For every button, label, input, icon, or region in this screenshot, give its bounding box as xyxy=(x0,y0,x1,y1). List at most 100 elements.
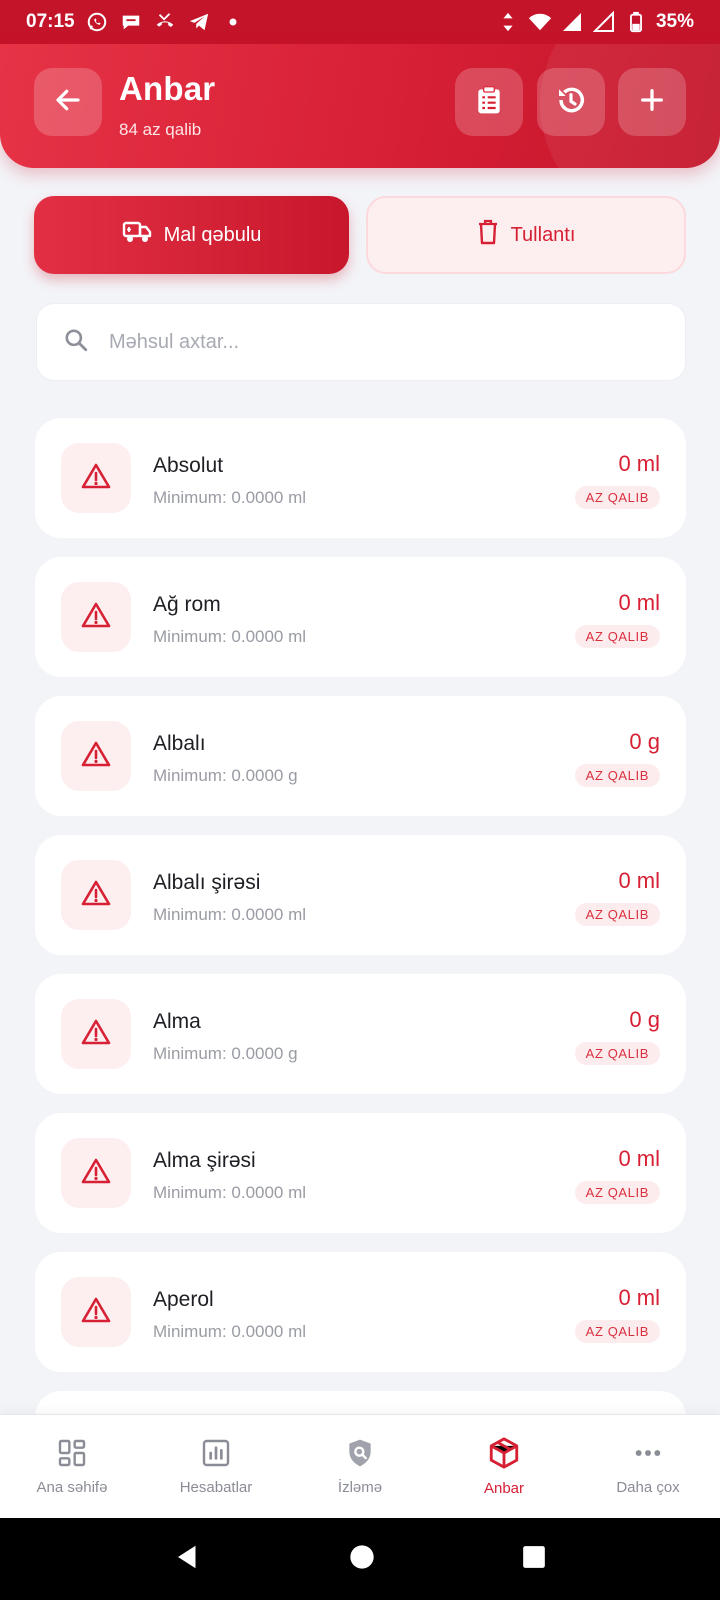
item-name: Ağ rom xyxy=(153,593,221,616)
bottom-navigation: Ana səhifə Hesabatlar İzləmə Anbar Daha … xyxy=(0,1414,720,1518)
low-stock-badge: AZ QALIB xyxy=(574,625,660,648)
nav-label: İzləmə xyxy=(337,1479,383,1496)
item-minimum: Minimum: 0.0000 ml xyxy=(153,1183,307,1202)
warning-triangle-icon xyxy=(81,879,111,912)
item-minimum: Minimum: 0.0000 ml xyxy=(153,905,307,924)
back-button[interactable] xyxy=(34,68,102,136)
warning-triangle-icon xyxy=(81,1157,111,1190)
page-subtitle: 84 az qalib xyxy=(119,120,202,139)
list-item[interactable]: Albalı şirəsi Minimum: 0.0000 ml 0 ml AZ… xyxy=(35,835,686,955)
item-quantity: 0 ml xyxy=(618,1146,660,1171)
truck-icon xyxy=(122,219,152,251)
warning-icon-box xyxy=(61,1277,131,1347)
warning-icon-box xyxy=(61,582,131,652)
signal-icon xyxy=(592,10,616,34)
warning-triangle-icon xyxy=(81,740,111,773)
item-name: Absolut xyxy=(153,454,224,477)
item-minimum: Minimum: 0.0000 ml xyxy=(153,1322,307,1341)
goods-receipt-button[interactable]: Mal qəbulu xyxy=(34,196,349,274)
history-icon xyxy=(555,84,587,121)
box-icon xyxy=(487,1436,521,1474)
missed-call-icon xyxy=(153,10,177,34)
item-quantity: 0 ml xyxy=(618,451,660,476)
item-name: Albalı şirəsi xyxy=(153,871,261,894)
nav-label: Ana səhifə xyxy=(36,1479,108,1496)
warning-icon-box xyxy=(61,999,131,1069)
clipboard-list-icon xyxy=(473,84,505,121)
system-recents-icon[interactable] xyxy=(521,1544,547,1575)
product-list: Absolut Minimum: 0.0000 ml 0 ml AZ QALIB… xyxy=(35,418,686,1530)
low-stock-badge: AZ QALIB xyxy=(574,1320,660,1343)
nav-item-monitoring[interactable]: İzləmə xyxy=(288,1415,432,1518)
report-chart-icon xyxy=(200,1437,232,1473)
item-minimum: Minimum: 0.0000 g xyxy=(153,1044,298,1063)
list-item[interactable]: Alma Minimum: 0.0000 g 0 g AZ QALIB xyxy=(35,974,686,1094)
nav-item-warehouse[interactable]: Anbar xyxy=(432,1415,576,1518)
item-quantity: 0 ml xyxy=(618,868,660,893)
wifi-icon xyxy=(528,10,552,34)
chat-icon xyxy=(119,10,143,34)
nav-label: Anbar xyxy=(483,1480,525,1497)
back-arrow-icon xyxy=(53,85,83,120)
list-item[interactable]: Ağ rom Minimum: 0.0000 ml 0 ml AZ QALIB xyxy=(35,557,686,677)
low-stock-badge: AZ QALIB xyxy=(574,764,660,787)
list-item[interactable]: Aperol Minimum: 0.0000 ml 0 ml AZ QALIB xyxy=(35,1252,686,1372)
warning-icon-box xyxy=(61,860,131,930)
low-stock-badge: AZ QALIB xyxy=(574,1042,660,1065)
status-bar: 07:15 35% xyxy=(0,0,720,44)
system-back-icon[interactable] xyxy=(173,1542,203,1577)
app-header: Anbar 84 az qalib xyxy=(0,44,720,168)
list-item[interactable]: Absolut Minimum: 0.0000 ml 0 ml AZ QALIB xyxy=(35,418,686,538)
item-quantity: 0 g xyxy=(629,1007,660,1032)
system-home-icon[interactable] xyxy=(348,1543,376,1576)
search-bar[interactable] xyxy=(36,303,686,381)
signal-icon xyxy=(560,10,584,34)
item-quantity: 0 ml xyxy=(618,590,660,615)
battery-icon xyxy=(624,10,648,34)
item-name: Alma şirəsi xyxy=(153,1149,256,1172)
list-item[interactable]: Alma şirəsi Minimum: 0.0000 ml 0 ml AZ Q… xyxy=(35,1113,686,1233)
nav-item-reports[interactable]: Hesabatlar xyxy=(144,1415,288,1518)
system-navigation-bar xyxy=(0,1518,720,1600)
item-quantity: 0 ml xyxy=(618,1285,660,1310)
warning-triangle-icon xyxy=(81,462,111,495)
item-name: Aperol xyxy=(153,1288,214,1311)
page-title: Anbar xyxy=(119,70,216,107)
plus-icon xyxy=(638,86,666,119)
warning-icon-box xyxy=(61,1138,131,1208)
whatsapp-icon xyxy=(85,10,109,34)
battery-percent: 35% xyxy=(655,11,694,32)
search-icon xyxy=(63,327,89,358)
nav-item-more[interactable]: Daha çox xyxy=(576,1415,720,1518)
low-stock-badge: AZ QALIB xyxy=(574,486,660,509)
inventory-count-button[interactable] xyxy=(455,68,523,136)
goods-receipt-label: Mal qəbulu xyxy=(163,223,262,246)
item-quantity: 0 g xyxy=(629,729,660,754)
warning-triangle-icon xyxy=(81,1018,111,1051)
low-stock-badge: AZ QALIB xyxy=(574,1181,660,1204)
item-minimum: Minimum: 0.0000 g xyxy=(153,766,298,785)
low-stock-badge: AZ QALIB xyxy=(574,903,660,926)
nav-label: Hesabatlar xyxy=(179,1479,253,1496)
nav-label: Daha çox xyxy=(616,1479,680,1496)
search-input[interactable] xyxy=(109,330,649,354)
item-minimum: Minimum: 0.0000 ml xyxy=(153,627,307,646)
data-arrows-icon xyxy=(496,10,520,34)
history-button[interactable] xyxy=(537,68,605,136)
waste-button[interactable]: Tullantı xyxy=(366,196,686,274)
add-item-button[interactable] xyxy=(618,68,686,136)
list-item[interactable]: Albalı Minimum: 0.0000 g 0 g AZ QALIB xyxy=(35,696,686,816)
shield-search-icon xyxy=(344,1437,376,1473)
dashboard-icon xyxy=(56,1437,88,1473)
item-name: Albalı xyxy=(153,732,206,755)
nav-item-home[interactable]: Ana səhifə xyxy=(0,1415,144,1518)
trash-icon xyxy=(477,219,499,251)
more-dots-icon xyxy=(632,1437,664,1473)
warning-triangle-icon xyxy=(81,601,111,634)
item-name: Alma xyxy=(153,1010,201,1033)
telegram-icon xyxy=(187,10,211,34)
status-time: 07:15 xyxy=(26,11,75,32)
warning-icon-box xyxy=(61,443,131,513)
waste-label: Tullantı xyxy=(510,223,576,246)
warning-triangle-icon xyxy=(81,1296,111,1329)
